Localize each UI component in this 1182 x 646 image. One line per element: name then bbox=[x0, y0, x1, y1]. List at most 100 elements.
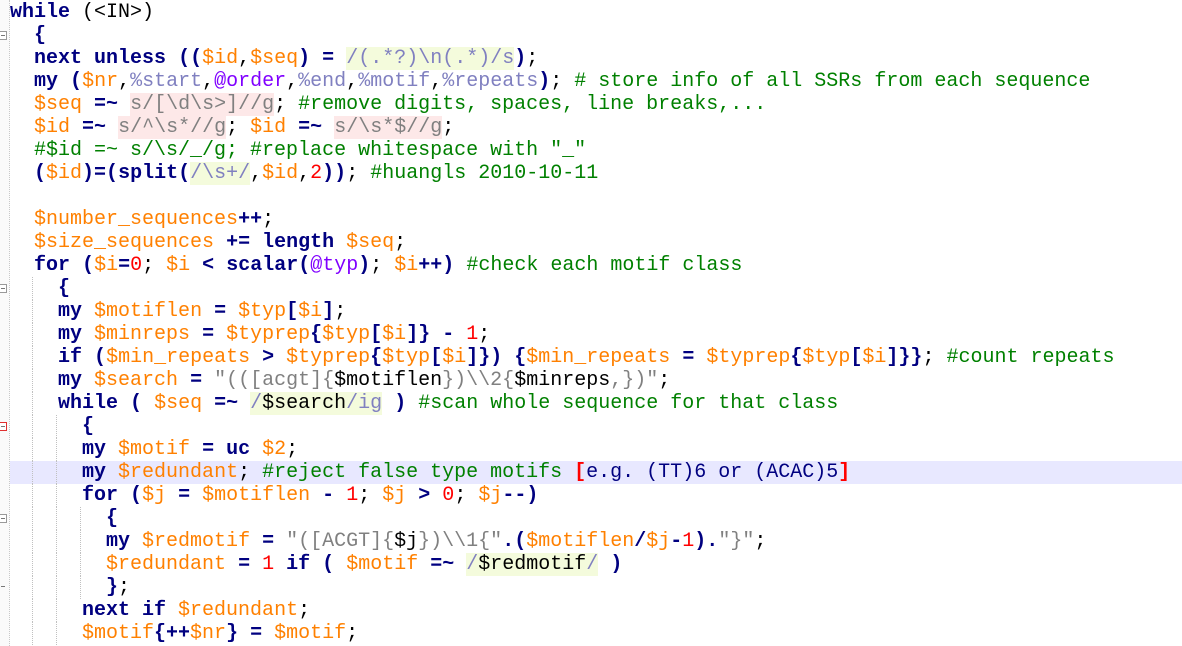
token-comment: #scan whole sequence for that class bbox=[418, 392, 839, 415]
token-string: })\\1{" bbox=[418, 530, 503, 553]
token-variable: $motif bbox=[346, 553, 419, 576]
token-keyword: my bbox=[82, 461, 107, 484]
token-variable: $minreps bbox=[94, 323, 191, 346]
indent-guide bbox=[32, 392, 33, 415]
indent-guide bbox=[32, 277, 33, 300]
token-text: ; bbox=[550, 70, 575, 93]
token-variable: $i bbox=[394, 254, 419, 277]
fold-toggle-icon[interactable] bbox=[0, 284, 7, 293]
code-line[interactable]: { bbox=[10, 277, 1182, 300]
token-operator: )) bbox=[322, 162, 347, 185]
token-variable: $i bbox=[94, 254, 119, 277]
token-variable: $motif bbox=[82, 622, 155, 645]
token-number: 1 bbox=[262, 553, 275, 576]
token-operator: = bbox=[214, 300, 227, 323]
token-variable: $typrep bbox=[706, 346, 791, 369]
token-text: ; bbox=[370, 254, 395, 277]
code-line[interactable]: my $minreps = $typrep{$typ[$i]} - 1; bbox=[10, 323, 1182, 346]
code-line[interactable]: $id =~ s/^\s*//g; $id =~ s/\s*$//g; bbox=[10, 116, 1182, 139]
token-operator: ) bbox=[298, 47, 311, 70]
code-line[interactable]: $redundant = 1 if ( $motif =~ /$redmotif… bbox=[10, 553, 1182, 576]
token-string-variable: $minreps bbox=[514, 369, 611, 392]
token-variable: $nr bbox=[82, 70, 119, 93]
code-line[interactable]: $size_sequences += length $seq; bbox=[10, 231, 1182, 254]
code-line[interactable]: for ($i=0; $i < scalar(@typ); $i++) #che… bbox=[10, 254, 1182, 277]
code-line[interactable]: while ( $seq =~ /$search/ig ) #scan whol… bbox=[10, 392, 1182, 415]
token-operator: ( bbox=[178, 162, 191, 185]
code-line[interactable]: $motif{++$nr} = $motif; bbox=[10, 622, 1182, 645]
code-line[interactable] bbox=[10, 185, 1182, 208]
token-variable: $motiflen bbox=[526, 530, 635, 553]
token-operator: ++) bbox=[418, 254, 455, 277]
code-line[interactable]: my $search = "(([acgt]{$motiflen})\\2{$m… bbox=[10, 369, 1182, 392]
code-line[interactable]: ($id)=(split(/\s+/,$id,2)); #huangls 201… bbox=[10, 162, 1182, 185]
token-operator: = bbox=[202, 438, 215, 461]
code-line[interactable]: { bbox=[10, 24, 1182, 47]
code-line[interactable]: if ($min_repeats > $typrep{$typ[$i]}) {$… bbox=[10, 346, 1182, 369]
code-line[interactable]: for ($j = $motiflen - 1; $j > 0; $j--) bbox=[10, 484, 1182, 507]
token-keyword: my bbox=[106, 530, 131, 553]
token-text: ; bbox=[118, 576, 131, 599]
code-line[interactable]: my $motif = uc $2; bbox=[10, 438, 1182, 461]
code-line[interactable]: { bbox=[10, 507, 1182, 530]
token-bracket-match: ] bbox=[838, 461, 851, 484]
token-variable: $typrep bbox=[286, 346, 371, 369]
indent-guide bbox=[56, 461, 57, 484]
code-line[interactable]: my $redundant; #reject false type motifs… bbox=[10, 461, 1182, 484]
token-number: 2 bbox=[310, 162, 323, 185]
code-line[interactable]: while (<IN>) bbox=[10, 1, 1182, 24]
code-line[interactable]: my $motiflen = $typ[$i]; bbox=[10, 300, 1182, 323]
token-keyword: my bbox=[58, 323, 83, 346]
code-line[interactable]: $seq =~ s/[\d\s>]//g; #remove digits, sp… bbox=[10, 93, 1182, 116]
code-line[interactable]: my $redmotif = "([ACGT]{$j})\\1{".($moti… bbox=[10, 530, 1182, 553]
fold-toggle-icon[interactable] bbox=[0, 422, 7, 431]
code-line[interactable]: { bbox=[10, 415, 1182, 438]
indent-guide bbox=[80, 576, 81, 599]
code-line[interactable]: next unless (($id,$seq) = /(.*?)\n(.*)/s… bbox=[10, 47, 1182, 70]
token-operator: = bbox=[250, 622, 263, 645]
token-operator: } bbox=[106, 576, 119, 599]
code-line[interactable]: next if $redundant; bbox=[10, 599, 1182, 622]
token-operator: { bbox=[34, 24, 47, 47]
token-operator: =~ bbox=[214, 392, 239, 415]
token-operator: ) bbox=[358, 254, 371, 277]
code-line[interactable]: #$id =~ s/\s/_/g; #replace whitespace wi… bbox=[10, 139, 1182, 162]
token-variable: $i bbox=[442, 346, 467, 369]
fold-toggle-icon[interactable] bbox=[0, 31, 7, 40]
token-keyword: for bbox=[34, 254, 71, 277]
code-line[interactable]: $number_sequences++; bbox=[10, 208, 1182, 231]
code-editor[interactable]: while (<IN>) { next unless (($id,$seq) =… bbox=[10, 1, 1182, 645]
token-operator: { bbox=[514, 346, 527, 369]
token-operator: } bbox=[226, 622, 239, 645]
code-line[interactable]: my ($nr,%start,@order,%end,%motif,%repea… bbox=[10, 70, 1182, 93]
fold-toggle-icon[interactable] bbox=[0, 514, 7, 523]
code-line[interactable]: }; bbox=[10, 576, 1182, 599]
token-operator: ) bbox=[514, 47, 527, 70]
token-variable: $i bbox=[298, 300, 323, 323]
token-text: , bbox=[238, 47, 251, 70]
